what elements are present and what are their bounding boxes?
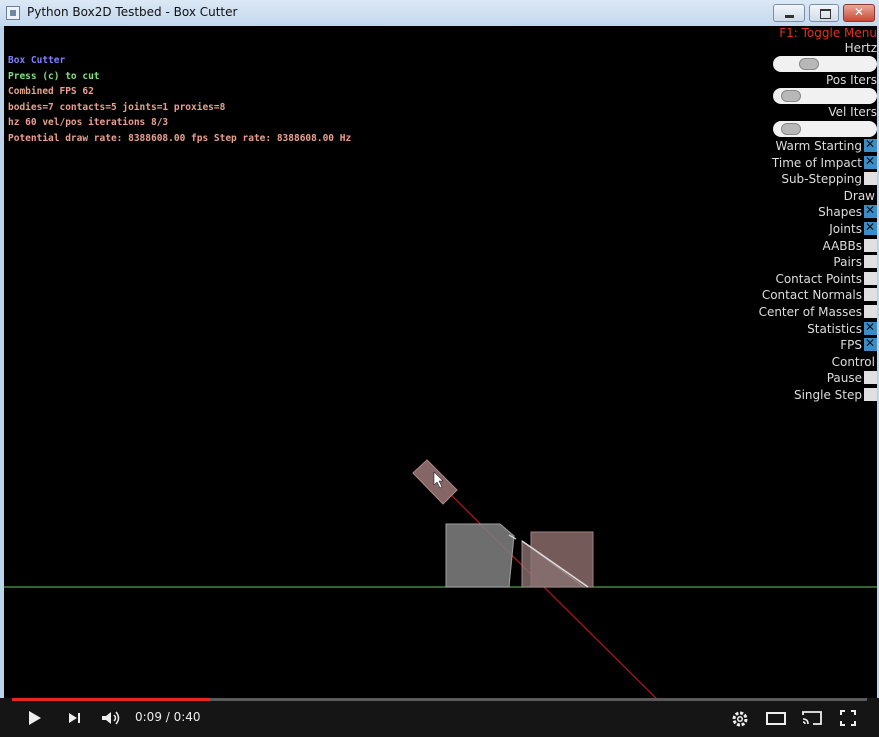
checkbox-checked[interactable] [864,137,877,152]
checkbox-checked[interactable] [864,220,877,235]
title-bar[interactable]: Python Box2D Testbed - Box Cutter [0,0,879,26]
option-label: Pause [826,371,862,386]
theater-mode-icon[interactable] [765,710,787,730]
window-title: Python Box2D Testbed - Box Cutter [27,5,238,19]
checkbox-unchecked[interactable] [864,305,877,318]
time-display: 0:09 / 0:40 [135,710,201,724]
close-button[interactable] [843,4,875,22]
testbed-viewport[interactable]: Box Cutter Press (c) to cut Combined FPS… [4,26,877,698]
option-joints[interactable]: Joints [829,220,877,236]
fullscreen-icon[interactable] [840,710,856,730]
slider-knob[interactable] [798,58,819,70]
option-contact-points[interactable]: Contact Points [775,271,877,286]
checkbox-checked[interactable] [864,320,877,335]
option-statistics[interactable]: Statistics [807,320,877,336]
checkbox-unchecked[interactable] [864,238,877,252]
checkbox-unchecked[interactable] [864,288,877,302]
left-box [445,523,515,588]
option-label: Center of Masses [758,305,862,319]
cast-icon[interactable] [801,710,823,730]
option-label: Single Step [793,388,862,402]
option-label: Pairs [833,255,862,270]
checkbox-checked[interactable] [864,154,877,169]
option-label: Time of Impact [771,155,862,170]
settings-gear-icon[interactable] [731,710,749,732]
option-label: Contact Points [775,271,862,286]
maximize-button[interactable] [809,4,839,22]
option-control: Control [832,355,877,369]
option-label: Contact Normals [761,288,862,303]
option-aabbs[interactable]: AABBs [822,238,877,253]
physics-scene [4,459,877,698]
checkbox-checked[interactable] [864,203,877,219]
option-label: Draw [843,188,875,203]
toggle-menu-hint: F1: Toggle Menu [779,26,877,40]
option-label: Statistics [807,321,862,336]
checkbox-unchecked[interactable] [864,271,877,285]
option-label: AABBs [822,238,862,253]
option-contact-normals[interactable]: Contact Normals [762,288,877,302]
progress-bar[interactable] [12,698,867,701]
checkbox-unchecked[interactable] [864,388,877,401]
slider-label-vel-iters: Vel Iters [828,105,877,119]
option-fps[interactable]: FPS [840,336,877,353]
slider-label-hertz: Hertz [844,41,877,55]
checkbox-unchecked[interactable] [864,371,877,385]
option-shapes[interactable]: Shapes [818,203,877,220]
option-warm-starting[interactable]: Warm Starting [775,137,877,153]
option-single-step[interactable]: Single Step [794,388,877,402]
option-label: Warm Starting [775,139,862,153]
video-player-controls: 0:09 / 0:40 [0,698,879,737]
volume-icon[interactable] [100,710,122,730]
laser-ray [433,477,657,698]
option-pause[interactable]: Pause [827,371,877,385]
pos-iters-slider[interactable] [773,88,877,104]
option-draw: Draw [844,189,877,203]
checkbox-unchecked[interactable] [864,255,877,269]
app-window: Python Box2D Testbed - Box Cutter Box Cu… [0,0,879,737]
option-label: Joints [829,222,862,236]
play-icon[interactable] [26,710,42,730]
checkbox-unchecked[interactable] [864,172,877,186]
option-center-of-masses[interactable]: Center of Masses [759,305,877,319]
vel-iters-slider[interactable] [773,121,877,137]
slider-knob[interactable] [781,123,801,135]
progress-fill [12,698,210,701]
checkbox-checked[interactable] [864,336,877,352]
slider-label-pos-iters: Pos Iters [825,73,877,87]
hertz-slider[interactable] [773,56,877,72]
option-sub-stepping[interactable]: Sub-Stepping [781,172,877,186]
option-pairs[interactable]: Pairs [833,255,877,269]
minimize-button[interactable] [773,4,805,22]
option-label: Shapes [818,205,862,220]
slider-knob[interactable] [781,90,801,102]
next-icon[interactable] [66,710,82,730]
option-label: Control [831,354,875,369]
option-label: FPS [840,338,862,353]
app-icon [6,6,20,20]
option-label: Sub-Stepping [781,172,862,187]
option-time-of-impact[interactable]: Time of Impact [771,154,877,170]
